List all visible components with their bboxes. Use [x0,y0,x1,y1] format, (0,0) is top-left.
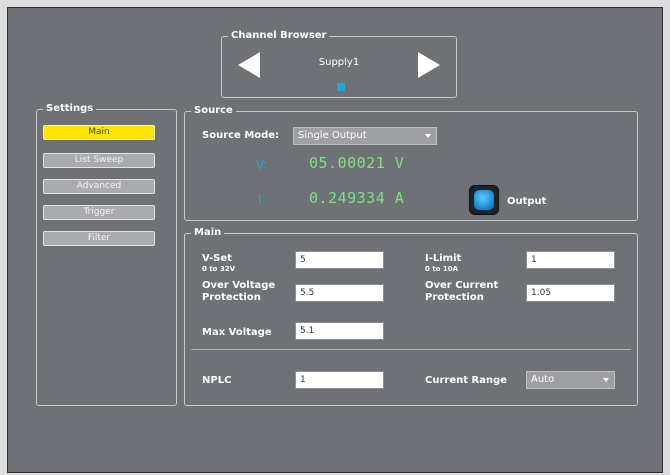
settings-filter-button[interactable]: Filter [43,231,155,246]
max-voltage-input[interactable]: 5.1 [295,322,384,340]
ocp-input[interactable]: 1.05 [526,284,615,302]
ilimit-label: I-Limit 0 to 10A [425,253,461,273]
next-channel-arrow-icon[interactable] [418,52,440,78]
voltage-label: V: [256,158,268,172]
ocp-label-line2: Protection [425,292,484,303]
chevron-down-icon [425,134,431,138]
output-label: Output [507,196,547,207]
voltage-readout: 05.00021 V [309,154,405,172]
settings-list-sweep-button[interactable]: List Sweep [43,153,155,168]
current-range-label: Current Range [425,375,507,386]
chevron-down-icon [603,378,609,382]
settings-trigger-button[interactable]: Trigger [43,205,155,220]
channel-browser-title: Channel Browser [228,29,330,43]
app-window: Channel Browser Supply1 Settings Main Li… [7,7,663,473]
source-mode-dropdown[interactable]: Single Output [293,127,437,145]
vset-range-label: 0 to 32V [202,265,236,273]
nplc-input[interactable]: 1 [295,371,384,389]
vset-label: V-Set 0 to 32V [202,253,235,273]
source-mode-value: Single Output [298,130,367,141]
ilimit-label-text: I-Limit [425,253,462,264]
settings-main-button[interactable]: Main [43,125,155,140]
settings-group: Settings Main List Sweep Advanced Trigge… [36,102,177,406]
main-group: Main V-Set 0 to 32V 5 I-Limit 0 to 10A 1… [184,226,638,406]
channel-indicator-dot [337,83,345,91]
current-range-dropdown[interactable]: Auto [526,371,615,389]
ilimit-range-label: 0 to 10A [425,265,459,273]
source-title: Source [191,104,236,118]
ilimit-input[interactable]: 1 [526,251,615,269]
settings-title: Settings [43,102,97,116]
output-toggle-button[interactable] [469,185,499,215]
ovp-label-line2: Protection [202,292,261,303]
output-led-icon [474,190,494,210]
ocp-label-line1: Over Current [425,280,499,291]
ovp-label-line1: Over Voltage [202,280,276,291]
ovp-label: Over Voltage Protection [202,280,275,304]
nplc-label: NPLC [202,375,232,386]
ovp-input[interactable]: 5.5 [295,284,384,302]
source-mode-label: Source Mode: [202,130,280,141]
channel-browser-group: Channel Browser Supply1 [221,29,457,98]
main-divider [191,349,631,350]
vset-input[interactable]: 5 [295,251,384,269]
current-readout: 0.249334 A [309,189,405,207]
ocp-label: Over Current Protection [425,280,498,304]
max-voltage-label: Max Voltage [202,327,272,338]
current-range-value: Auto [531,374,555,385]
vset-label-text: V-Set [202,253,232,264]
source-group: Source Source Mode: Single Output V: 05.… [184,104,638,221]
current-label: I: [258,192,266,206]
main-title: Main [191,226,225,240]
settings-advanced-button[interactable]: Advanced [43,179,155,194]
